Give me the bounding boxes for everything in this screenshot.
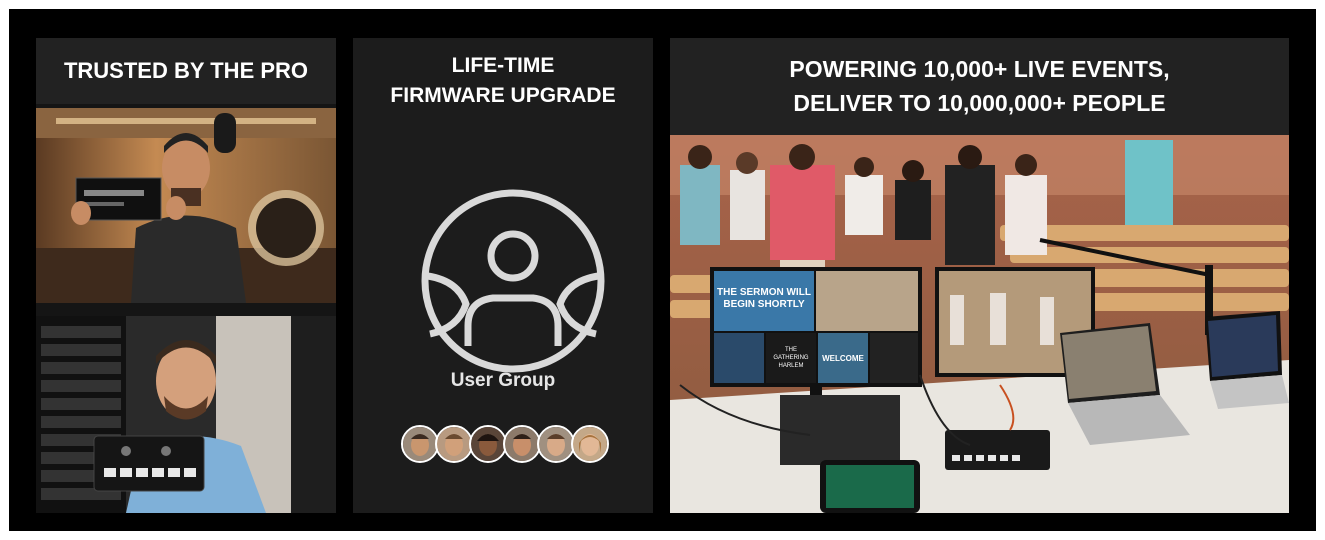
events-title-line1: POWERING 10,000+ LIVE EVENTS, <box>789 56 1170 82</box>
firmware-title-line1: LIFE-TIME <box>451 54 555 77</box>
avatar-3 <box>469 425 507 463</box>
monitor-gathering-line2: GATHERING <box>773 355 809 361</box>
trusted-panel: TRUSTED BY THE PRO <box>36 38 336 513</box>
monitor-gathering-line3: HARLEM <box>778 363 803 369</box>
rack-room-photo <box>36 316 336 513</box>
avatar-1 <box>401 425 439 463</box>
firmware-title: LIFE-TIME FIRMWARE UPGRADE <box>353 48 653 114</box>
avatar-4 <box>503 425 541 463</box>
trusted-title: TRUSTED BY THE PRO <box>36 38 336 104</box>
monitor-sermon-line2: BEGIN SHORTLY <box>723 299 805 310</box>
avatar-row <box>401 425 609 463</box>
user-group-label: User Group <box>450 370 556 391</box>
firmware-panel: LIFE-TIME FIRMWARE UPGRADE User Group <box>353 38 653 513</box>
avatar-2 <box>435 425 473 463</box>
avatar-5 <box>537 425 575 463</box>
promo-banner: TRUSTED BY THE PRO LIFE-TIME FIRMWARE UP… <box>9 9 1316 531</box>
monitor-gathering-line1: THE <box>785 347 797 353</box>
user-group-circle-icon <box>421 189 605 373</box>
events-title: POWERING 10,000+ LIVE EVENTS, DELIVER TO… <box>670 38 1289 134</box>
events-panel: POWERING 10,000+ LIVE EVENTS, DELIVER TO… <box>670 38 1289 513</box>
events-title-line2: DELIVER TO 10,000,000+ PEOPLE <box>793 90 1166 116</box>
avatar-6 <box>571 425 609 463</box>
monitor-sermon-line1: THE SERMON WILL <box>717 287 811 298</box>
live-event-photo: THE SERMON WILL BEGIN SHORTLY THE GATHER… <box>670 135 1289 513</box>
studio-photo <box>36 108 336 303</box>
firmware-title-line2: FIRMWARE UPGRADE <box>390 84 616 107</box>
monitor-welcome: WELCOME <box>822 354 864 363</box>
